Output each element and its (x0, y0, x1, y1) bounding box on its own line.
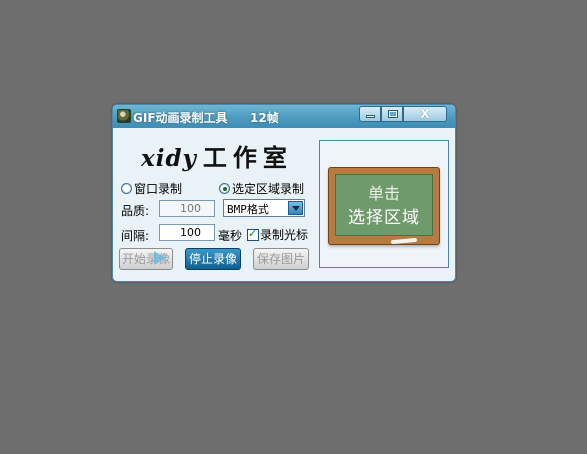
quality-label: 品质: (121, 204, 150, 218)
save-image-label: 保存图片 (256, 252, 305, 266)
minimize-button[interactable] (359, 106, 381, 122)
radio-region-label: 选定区域录制 (232, 182, 305, 196)
chalkboard-image[interactable]: 单击 选择区域 (328, 167, 440, 245)
app-window: GIF动画录制工具 12帧 X xidy 工作室 窗口录制 选定区域录制 品质: … (112, 104, 456, 282)
radio-window-label: 窗口录制 (134, 182, 183, 196)
stop-record-label: 停止录像 (188, 252, 237, 266)
start-record-button[interactable]: 开始录像 (119, 248, 173, 270)
mouse-cursor-icon (154, 251, 166, 265)
interval-unit: 毫秒 (218, 229, 243, 243)
minimize-icon (366, 115, 375, 118)
record-cursor-checkbox[interactable] (247, 227, 259, 241)
chevron-down-icon[interactable] (288, 201, 303, 215)
app-icon (117, 109, 131, 123)
logo-chinese: 工作室 (202, 143, 293, 172)
record-cursor-option[interactable]: 录制光标 (247, 226, 308, 243)
radio-window-record[interactable]: 窗口录制 (121, 180, 182, 197)
frame-count: 12帧 (250, 111, 279, 125)
quality-input[interactable]: 100 (159, 200, 215, 217)
interval-label: 间隔: (121, 229, 150, 243)
logo-latin: xidy (141, 145, 197, 172)
save-image-button[interactable]: 保存图片 (253, 248, 309, 270)
radio-region-record[interactable]: 选定区域录制 (219, 180, 304, 197)
title-bar[interactable]: GIF动画录制工具 12帧 X (113, 105, 455, 128)
board-text-click: 单击 (367, 184, 400, 203)
studio-logo: xidy 工作室 (141, 138, 293, 173)
stop-record-button[interactable]: 停止录像 (185, 248, 241, 270)
board-text-select-region: 选择区域 (348, 208, 420, 228)
close-icon: X (420, 107, 430, 121)
record-cursor-label: 录制光标 (260, 228, 309, 242)
chalkboard-surface: 单击 选择区域 (335, 174, 433, 236)
radio-window-icon[interactable] (121, 183, 132, 194)
format-select[interactable]: BMP格式 (223, 199, 305, 217)
close-button[interactable]: X (403, 106, 447, 122)
maximize-button[interactable] (381, 106, 403, 122)
chalk-icon (390, 237, 418, 245)
format-value: BMP格式 (227, 203, 269, 216)
select-region-area[interactable]: 单击 选择区域 (319, 140, 449, 268)
radio-region-icon[interactable] (219, 183, 230, 194)
maximize-icon (388, 110, 398, 118)
interval-input[interactable]: 100 (159, 224, 215, 241)
window-title: GIF动画录制工具 (133, 111, 228, 125)
